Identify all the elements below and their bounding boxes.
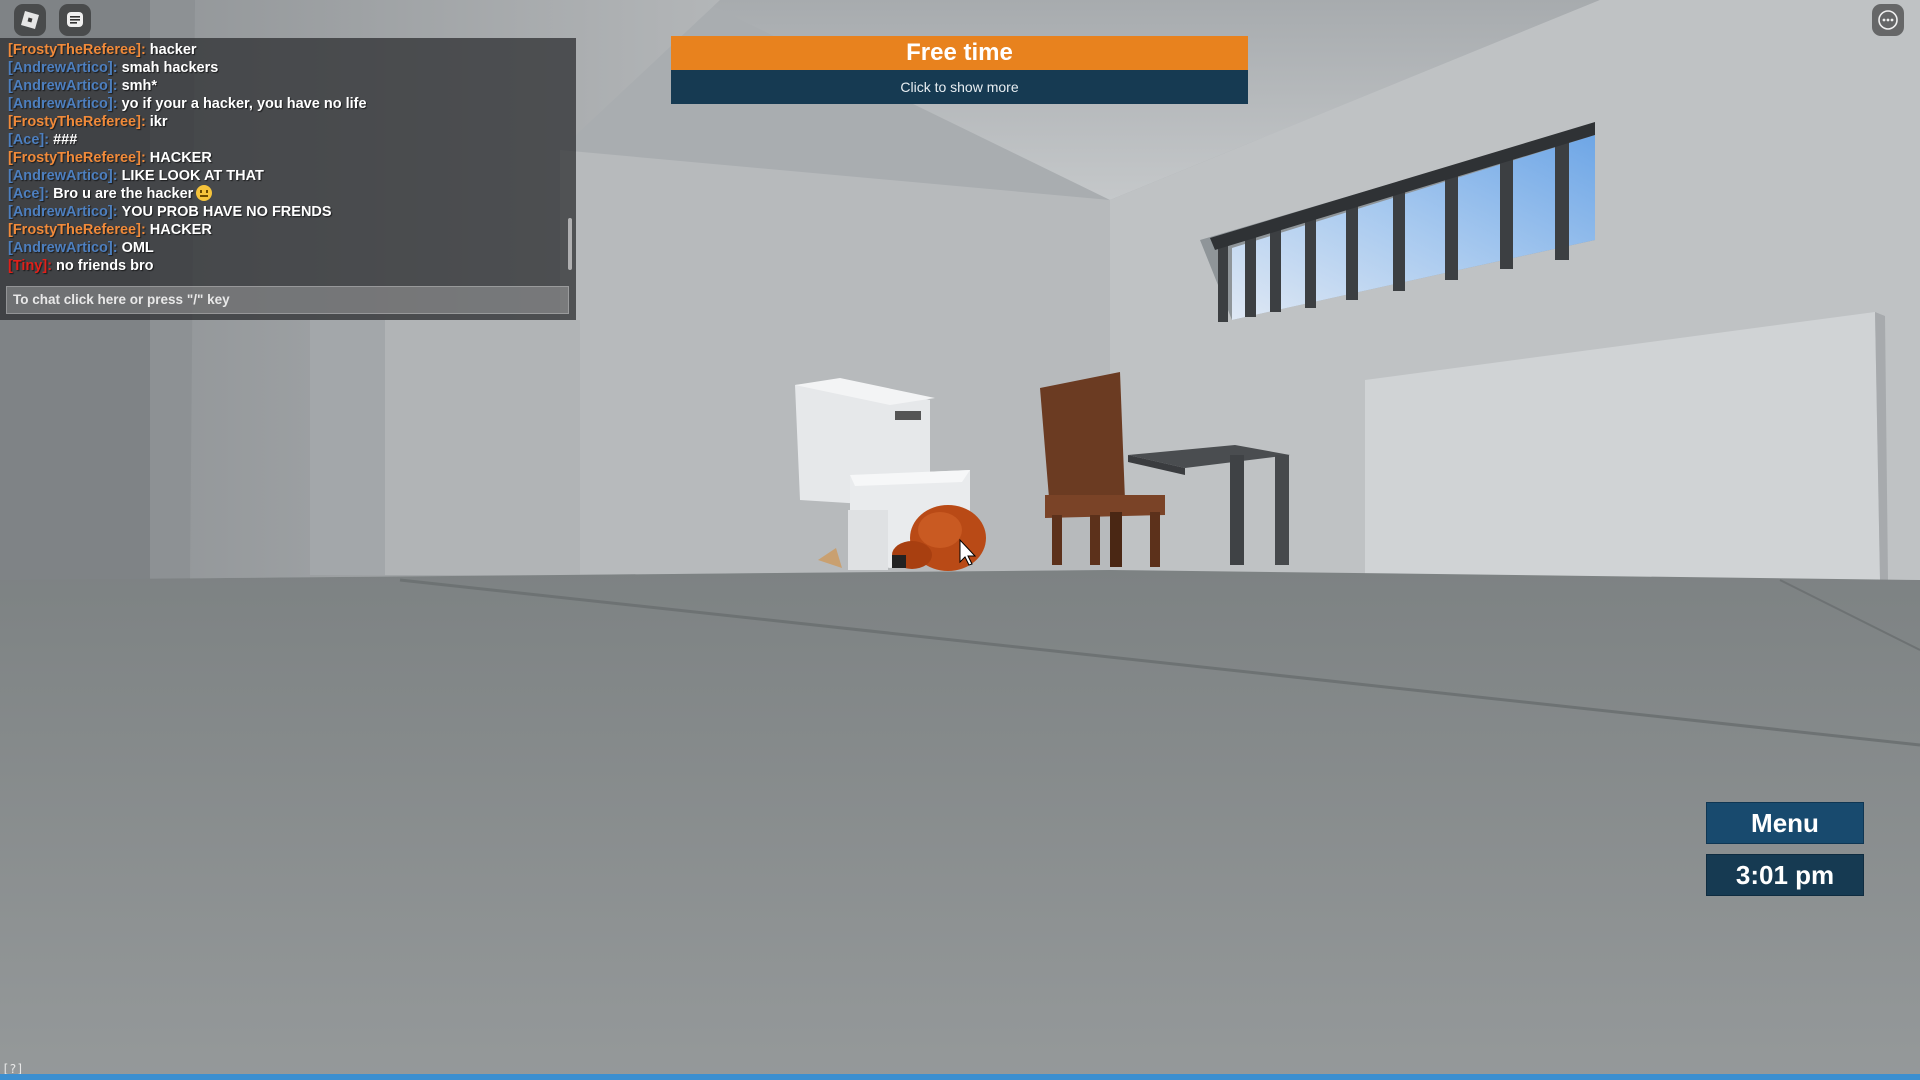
chat-message: [AndrewArtico]: OML	[8, 239, 556, 257]
chat-username[interactable]: [AndrewArtico]:	[8, 240, 118, 256]
chat-message: [FrostyTheReferee]: HACKER	[8, 149, 556, 167]
chat-message: [AndrewArtico]: yo if your a hacker, you …	[8, 95, 556, 113]
chat-message-text: no friends bro	[56, 258, 154, 274]
chat-message-text: Bro u are the hacker	[53, 186, 194, 202]
chat-message: [Tiny]: no friends bro	[8, 257, 556, 275]
chat-message-text: HACKER	[149, 150, 212, 166]
more-options-icon	[1878, 10, 1898, 30]
chat-message-text: YOU PROB HAVE NO FRENDS	[121, 204, 332, 220]
banner-show-more[interactable]: Click to show more	[671, 70, 1248, 104]
smiley-emoji-icon	[196, 185, 213, 201]
chat-username[interactable]: [AndrewArtico]:	[8, 168, 118, 184]
chat-username[interactable]: [FrostyTheReferee]:	[8, 222, 146, 238]
chat-username[interactable]: [AndrewArtico]:	[8, 78, 118, 94]
chat-message-text: LIKE LOOK AT THAT	[121, 168, 264, 184]
chat-scrollbar[interactable]	[568, 218, 572, 270]
menu-button[interactable]: Menu	[1706, 802, 1864, 844]
chat-message-text: ikr	[149, 114, 168, 130]
chat-username[interactable]: [AndrewArtico]:	[8, 60, 118, 76]
chat-message-text: smah hackers	[121, 60, 219, 76]
roblox-logo-icon	[21, 11, 39, 29]
chat-message: [AndrewArtico]: YOU PROB HAVE NO FRENDS	[8, 203, 556, 221]
chat-input[interactable]: To chat click here or press "/" key	[6, 286, 569, 314]
chat-icon	[67, 12, 83, 27]
chat-username[interactable]: [Ace]:	[8, 186, 49, 202]
banner-title[interactable]: Free time	[671, 36, 1248, 70]
chat-window: [FrostyTheReferee]: hacker [AndrewArtico]:…	[0, 38, 576, 320]
chat-username[interactable]: [FrostyTheReferee]:	[8, 42, 146, 58]
chat-username[interactable]: [AndrewArtico]:	[8, 204, 118, 220]
chat-message-text: OML	[121, 240, 154, 256]
chat-username[interactable]: [FrostyTheReferee]:	[8, 150, 146, 166]
chat-message: [Ace]: ###	[8, 131, 556, 149]
chat-message: [AndrewArtico]: smah hackers	[8, 59, 556, 77]
chat-message: [FrostyTheReferee]: HACKER	[8, 221, 556, 239]
chat-message-list[interactable]: [FrostyTheReferee]: hacker [AndrewArtico]:…	[8, 41, 556, 277]
chat-message: [AndrewArtico]: smh*	[8, 77, 556, 95]
schedule-banner[interactable]: Free time Click to show more	[671, 36, 1248, 104]
chat-message-text: yo if your a hacker, you have no life	[121, 96, 367, 112]
chat-message-text: ###	[53, 132, 78, 148]
chat-message: [Ace]: Bro u are the hacker	[8, 185, 556, 203]
chat-message-text: hacker	[149, 42, 197, 58]
chat-message-text: HACKER	[149, 222, 212, 238]
bottom-bar	[0, 1074, 1920, 1080]
chat-message: [AndrewArtico]: LIKE LOOK AT THAT	[8, 167, 556, 185]
chat-message: [FrostyTheReferee]: ikr	[8, 113, 556, 131]
roblox-menu-button[interactable]	[14, 4, 46, 36]
game-clock: 3:01 pm	[1706, 854, 1864, 896]
chat-message: [FrostyTheReferee]: hacker	[8, 41, 556, 59]
more-options-button[interactable]	[1872, 4, 1904, 36]
chat-username[interactable]: [AndrewArtico]:	[8, 96, 118, 112]
chat-message-text: smh*	[121, 78, 158, 94]
chat-toggle-button[interactable]	[59, 4, 91, 36]
chat-username[interactable]: [Tiny]:	[8, 258, 52, 274]
chat-username[interactable]: [Ace]:	[8, 132, 49, 148]
chat-username[interactable]: [FrostyTheReferee]:	[8, 114, 146, 130]
